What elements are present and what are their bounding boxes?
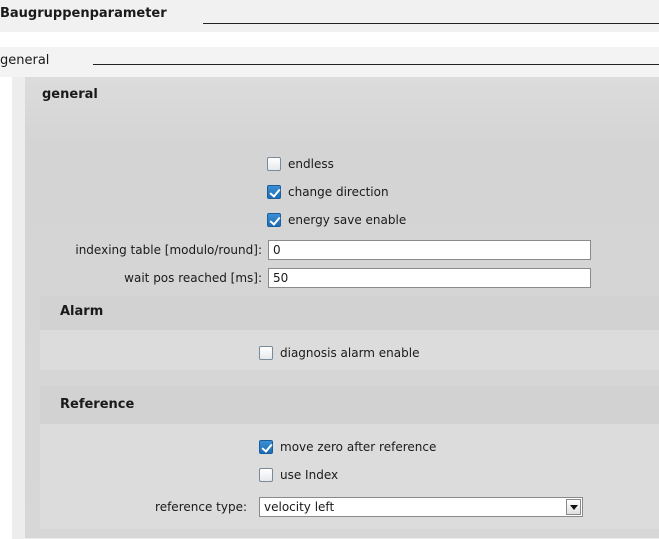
energy-save-checkbox[interactable] (267, 213, 281, 227)
energy-save-label: energy save enable (288, 213, 407, 227)
move-zero-label: move zero after reference (280, 440, 437, 454)
indexing-table-input[interactable]: 0 (268, 240, 591, 260)
use-index-label: use Index (280, 468, 339, 482)
change-direction-checkbox[interactable] (267, 185, 281, 199)
header-spacer (0, 32, 659, 47)
wait-pos-label: wait pos reached [ms]: (124, 271, 262, 285)
reference-type-value: velocity left (264, 500, 335, 514)
general-section-header: general (0, 47, 659, 77)
reference-panel-title: Reference (60, 397, 135, 412)
wait-pos-input[interactable]: 50 (268, 268, 591, 288)
diagnosis-alarm-checkbox[interactable] (259, 346, 273, 360)
diagnosis-alarm-label: diagnosis alarm enable (280, 346, 420, 360)
section-divider (93, 64, 659, 65)
header-divider (203, 23, 659, 24)
module-parameters-header: Baugruppenparameter (0, 0, 659, 32)
reference-type-label: reference type: (155, 500, 247, 514)
reference-type-select[interactable]: velocity left (259, 497, 583, 517)
endless-label: endless (288, 157, 334, 171)
indexing-table-label: indexing table [modulo/round]: (75, 243, 262, 257)
module-parameters-title: Baugruppenparameter (0, 6, 167, 21)
endless-checkbox[interactable] (267, 157, 281, 171)
use-index-checkbox[interactable] (259, 468, 273, 482)
module-parameters-view: Baugruppenparameter general general endl… (0, 0, 659, 539)
change-direction-label: change direction (288, 185, 389, 199)
general-panel-title: general (42, 87, 98, 102)
move-zero-checkbox[interactable] (259, 440, 273, 454)
alarm-panel-title: Alarm (60, 304, 104, 319)
general-section-title: general (0, 53, 50, 68)
chevron-down-icon[interactable] (566, 499, 581, 515)
